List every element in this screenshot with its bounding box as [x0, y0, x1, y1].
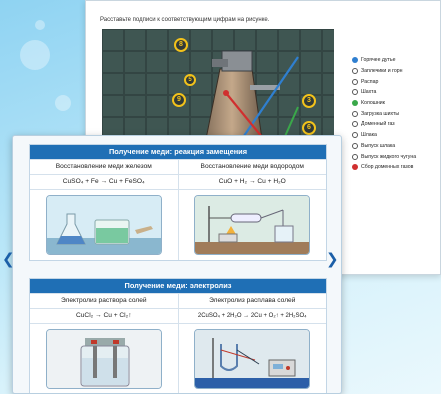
background-bokeh — [55, 95, 71, 111]
flask-beaker-illustration — [46, 196, 161, 254]
answer-option[interactable]: Загрузка шихты — [352, 108, 440, 119]
card-title: Получение меди: реакция замещения — [30, 145, 326, 159]
furnace-marker-9[interactable]: 9 — [172, 93, 186, 107]
column-title: Электролиз раствора солей — [60, 297, 147, 304]
electrolysis-cell-illustration — [46, 330, 161, 388]
card-electrolysis: Получение меди: электролиз Электролиз ра… — [29, 278, 327, 393]
radio-icon[interactable] — [352, 110, 358, 117]
copper-info-panel: Получение меди: реакция замещения Восста… — [12, 135, 342, 394]
answer-option-label: Сбор доменных газов — [361, 164, 414, 171]
carousel-next-button[interactable]: ❯ — [326, 252, 339, 267]
melt-apparatus-illustration — [195, 330, 310, 388]
furnace-marker-8[interactable]: 8 — [174, 38, 188, 52]
radio-selected-icon[interactable] — [352, 164, 358, 171]
background-bokeh — [35, 20, 45, 30]
answer-option[interactable]: Сбор доменных газов — [352, 162, 440, 173]
radio-icon[interactable] — [352, 142, 358, 149]
furnace-marker-6[interactable]: 6 — [302, 121, 316, 135]
reaction-formula: 2CuSO₄ + 2H₂O → 2Cu + O₂↑ + 2H₂SO₄ — [177, 309, 327, 323]
radio-selected-icon[interactable] — [352, 100, 358, 107]
answer-option[interactable]: Выпуск жидкого чугуна — [352, 151, 440, 162]
melt-electrolysis-image[interactable] — [194, 329, 311, 389]
answer-option-label: Загрузка шихты — [361, 110, 400, 117]
card-formulas-row: CuCl₂ → Cu + Cl₂↑ 2CuSO₄ + 2H₂O → 2Cu + … — [30, 308, 326, 323]
radio-icon[interactable] — [352, 132, 358, 139]
answer-option[interactable]: Распар — [352, 76, 440, 87]
answer-option-label: Шахта — [361, 89, 377, 96]
card-formulas-row: CuSO₄ + Fe → Cu + FeSO₄ CuO + H₂ → Cu + … — [30, 174, 326, 189]
answer-option[interactable]: Шлака — [352, 130, 440, 141]
answer-option-label: Шлака — [361, 132, 377, 139]
card-title: Получение меди: электролиз — [30, 279, 326, 293]
answer-option-label: Колошник — [361, 100, 385, 107]
radio-icon[interactable] — [352, 78, 358, 85]
answer-option[interactable]: Колошник — [352, 98, 440, 109]
column-title: Восстановление меди железом — [55, 163, 152, 170]
iron-reduction-image[interactable] — [45, 195, 162, 255]
furnace-marker-5[interactable]: 5 — [184, 74, 196, 86]
radio-icon[interactable] — [352, 68, 358, 75]
card-subtitles-row: Восстановление меди железом Восстановлен… — [30, 159, 326, 174]
radio-selected-icon[interactable] — [352, 57, 358, 64]
answer-option[interactable]: Выпуск шлака — [352, 141, 440, 152]
reaction-formula: CuSO₄ + Fe → Cu + FeSO₄ — [62, 178, 145, 185]
column-title: Электролиз расплава солей — [177, 294, 327, 308]
card-substitution: Получение меди: реакция замещения Восста… — [29, 144, 327, 261]
answer-option[interactable]: Заплечики и горн — [352, 66, 440, 77]
answer-option[interactable]: Шахта — [352, 87, 440, 98]
carousel-prev-button[interactable]: ❮ — [2, 252, 15, 267]
reaction-formula: CuCl₂ → Cu + Cl₂↑ — [76, 312, 132, 319]
solution-electrolysis-image[interactable] — [45, 329, 162, 389]
answer-option-label: Горячее дутье — [361, 57, 396, 64]
card-subtitles-row: Электролиз раствора солей Электролиз рас… — [30, 293, 326, 308]
furnace-marker-3[interactable]: 3 — [302, 94, 316, 108]
answer-option-label: Выпуск шлака — [361, 142, 396, 149]
answer-option-label: Заплечики и горн — [361, 68, 403, 75]
column-title: Восстановление меди водородом — [177, 160, 327, 174]
background-bokeh — [20, 40, 50, 70]
answer-option[interactable]: Горячее дутье — [352, 55, 440, 66]
answer-options-list: Горячее дутье Заплечики и горн Распар Ша… — [352, 55, 440, 173]
radio-icon[interactable] — [352, 121, 358, 128]
hydrogen-reduction-image[interactable] — [194, 195, 311, 255]
radio-icon[interactable] — [352, 89, 358, 96]
answer-option-label: Доменный газ — [361, 121, 395, 128]
radio-icon[interactable] — [352, 153, 358, 160]
lab-apparatus-illustration — [195, 196, 310, 254]
quiz-instruction: Расставьте подписи к соответствующим циф… — [100, 17, 270, 23]
card-images-row — [30, 323, 326, 393]
answer-option-label: Распар — [361, 78, 379, 85]
reaction-formula: CuO + H₂ → Cu + H₂O — [177, 175, 327, 189]
answer-option[interactable]: Доменный газ — [352, 119, 440, 130]
card-images-row — [30, 189, 326, 260]
answer-option-label: Выпуск жидкого чугуна — [361, 153, 417, 160]
